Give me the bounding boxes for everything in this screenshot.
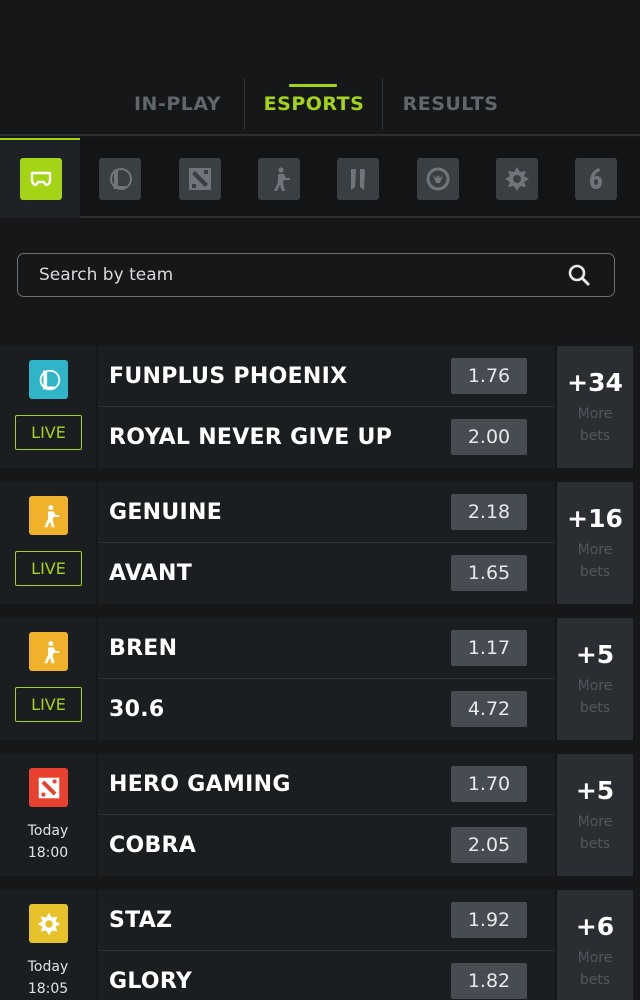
- filter-rainbow-six-button[interactable]: [575, 158, 617, 200]
- team-b-odds-button[interactable]: 1.65: [451, 555, 527, 591]
- match-info: Today 18:00: [0, 754, 96, 876]
- team-b-name: AVANT: [109, 560, 193, 586]
- more-bets-button[interactable]: +5 More bets: [557, 754, 633, 876]
- match-info: LIVE: [0, 618, 96, 740]
- row-divider: [98, 678, 555, 679]
- league-of-legends-icon: [110, 168, 132, 190]
- team-a-odds-button[interactable]: 1.92: [451, 902, 527, 938]
- more-bets-button[interactable]: +34 More bets: [557, 346, 633, 468]
- tab-in-play[interactable]: IN-PLAY: [110, 76, 245, 131]
- team-b-odds-button[interactable]: 4.72: [451, 691, 527, 727]
- counter-strike-icon: [29, 632, 68, 671]
- match-card: LIVE BREN 1.17 30.6 4.72 +5 More bets: [0, 618, 640, 740]
- dota-icon: [29, 768, 68, 807]
- more-bets-count: +6: [575, 911, 615, 941]
- team-b-name: COBRA: [109, 832, 197, 858]
- more-bets-label: More bets: [577, 541, 613, 580]
- team-a-name: STAZ: [109, 907, 173, 933]
- team-a-odds-button[interactable]: 1.70: [451, 766, 527, 802]
- match-card: Today 18:05 STAZ 1.92 GLORY 1.82 +6 More b…: [0, 890, 640, 1000]
- team-b-name: GLORY: [109, 968, 193, 994]
- team-b-odds-button[interactable]: 2.05: [451, 827, 527, 863]
- match-start-time: Today 18:00: [27, 823, 69, 861]
- match-info: LIVE: [0, 482, 96, 604]
- tab-results[interactable]: RESULTS: [383, 76, 518, 131]
- filter-dota-button[interactable]: [179, 158, 221, 200]
- hearthstone-icon: [505, 167, 529, 191]
- filter-smite-button[interactable]: [337, 158, 379, 200]
- more-bets-count: +5: [575, 639, 615, 669]
- more-bets-button[interactable]: +16 More bets: [557, 482, 633, 604]
- dota-icon: [189, 168, 211, 190]
- team-a-odds-button[interactable]: 2.18: [451, 494, 527, 530]
- filter-league-of-legends-button[interactable]: [99, 158, 141, 200]
- match-markets: FUNPLUS PHOENIX 1.76 ROYAL NEVER GIVE UP…: [98, 346, 555, 468]
- more-bets-label: More bets: [577, 949, 613, 988]
- game-filter-bar: [0, 138, 640, 218]
- team-a-name: FUNPLUS PHOENIX: [109, 363, 348, 389]
- team-a-name: HERO GAMING: [109, 771, 291, 797]
- team-a-odds-button[interactable]: 1.17: [451, 630, 527, 666]
- team-a-odds-button[interactable]: 1.76: [451, 358, 527, 394]
- more-bets-button[interactable]: +5 More bets: [557, 618, 633, 740]
- gamepad-icon: [30, 171, 52, 187]
- filter-all-games-button[interactable]: [20, 158, 62, 200]
- hearthstone-icon: [29, 904, 68, 943]
- counter-strike-icon: [29, 496, 68, 535]
- team-a-name: BREN: [109, 635, 178, 661]
- rainbow-six-icon: [590, 168, 602, 189]
- overwatch-icon: [426, 167, 450, 191]
- league-of-legends-icon: [29, 360, 68, 399]
- filter-overwatch-button[interactable]: [417, 158, 459, 200]
- live-badge: LIVE: [15, 687, 82, 722]
- live-badge: LIVE: [15, 415, 82, 450]
- team-search-box: [17, 253, 615, 297]
- match-card: LIVE FUNPLUS PHOENIX 1.76 ROYAL NEVER GI…: [0, 346, 640, 468]
- match-markets: BREN 1.17 30.6 4.72: [98, 618, 555, 740]
- match-info: LIVE: [0, 346, 96, 468]
- search-input[interactable]: [18, 265, 566, 285]
- match-card: Today 18:00 HERO GAMING 1.70 COBRA 2.05 +…: [0, 754, 640, 876]
- search-icon[interactable]: [566, 262, 592, 288]
- live-badge: LIVE: [15, 551, 82, 586]
- team-b-name: 30.6: [109, 696, 165, 722]
- team-b-name: ROYAL NEVER GIVE UP: [109, 424, 393, 450]
- match-markets: STAZ 1.92 GLORY 1.82: [98, 890, 555, 1000]
- filter-hearthstone-button[interactable]: [496, 158, 538, 200]
- team-b-odds-button[interactable]: 1.82: [451, 963, 527, 999]
- counter-strike-icon: [274, 167, 290, 191]
- match-card: LIVE GENUINE 2.18 AVANT 1.65 +16 More bet…: [0, 482, 640, 604]
- match-markets: HERO GAMING 1.70 COBRA 2.05: [98, 754, 555, 876]
- filter-counter-strike-button[interactable]: [258, 158, 300, 200]
- more-bets-count: +16: [567, 503, 623, 533]
- team-b-odds-button[interactable]: 2.00: [451, 419, 527, 455]
- more-bets-label: More bets: [577, 677, 613, 716]
- smite-icon: [351, 169, 365, 190]
- team-a-name: GENUINE: [109, 499, 223, 525]
- sport-tabs: IN-PLAY ESPORTS RESULTS: [0, 76, 640, 136]
- match-start-time: Today 18:05: [27, 959, 69, 997]
- more-bets-label: More bets: [577, 405, 613, 444]
- match-markets: GENUINE 2.18 AVANT 1.65: [98, 482, 555, 604]
- active-tab-indicator: [289, 84, 337, 87]
- more-bets-button[interactable]: +6 More bets: [557, 890, 633, 1000]
- match-info: Today 18:05: [0, 890, 96, 1000]
- more-bets-label: More bets: [577, 813, 613, 852]
- more-bets-count: +34: [567, 367, 623, 397]
- more-bets-count: +5: [575, 775, 615, 805]
